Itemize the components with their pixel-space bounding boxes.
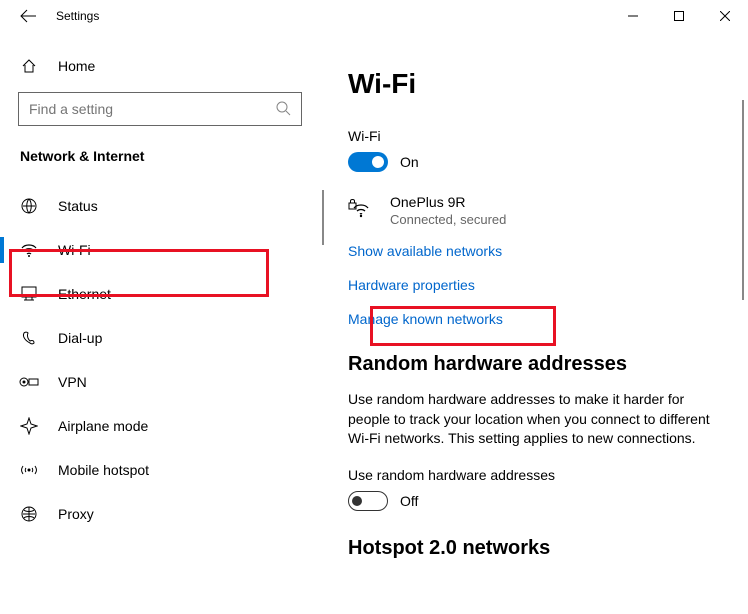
sidebar-item-label: Dial-up: [58, 330, 102, 346]
sidebar: Home Network & Internet Status Wi-Fi: [0, 32, 320, 614]
hotspot-icon: [18, 461, 40, 479]
sidebar-item-label: Wi-Fi: [58, 242, 91, 258]
current-network[interactable]: OnePlus 9R Connected, secured: [348, 194, 720, 227]
sidebar-item-label: Proxy: [58, 506, 94, 522]
home-link[interactable]: Home: [18, 50, 302, 82]
sidebar-scrollbar[interactable]: [322, 190, 324, 245]
manage-known-networks-link[interactable]: Manage known networks: [348, 311, 720, 327]
maximize-button[interactable]: [656, 0, 702, 32]
wifi-icon: [18, 241, 40, 259]
wifi-label: Wi-Fi: [348, 128, 720, 144]
sidebar-item-label: Mobile hotspot: [58, 462, 149, 478]
wifi-toggle-state: On: [400, 154, 419, 170]
search-box[interactable]: [18, 92, 302, 126]
wifi-secured-icon: [348, 196, 374, 223]
home-icon: [18, 58, 40, 74]
back-button[interactable]: [18, 6, 38, 26]
sidebar-item-status[interactable]: Status: [0, 184, 320, 228]
sidebar-item-hotspot[interactable]: Mobile hotspot: [0, 448, 320, 492]
content-pane: Wi-Fi Wi-Fi On OnePlus 9R Connected, sec…: [320, 32, 748, 614]
category-title: Network & Internet: [18, 148, 302, 164]
status-icon: [18, 197, 40, 215]
sidebar-item-vpn[interactable]: VPN: [0, 360, 320, 404]
sidebar-item-label: Airplane mode: [58, 418, 148, 434]
vpn-icon: [18, 375, 40, 389]
random-hw-toggle[interactable]: [348, 491, 388, 511]
close-button[interactable]: [702, 0, 748, 32]
sidebar-item-wifi[interactable]: Wi-Fi: [0, 228, 320, 272]
sidebar-item-dialup[interactable]: Dial-up: [0, 316, 320, 360]
window-title: Settings: [56, 9, 99, 23]
random-hw-desc: Use random hardware addresses to make it…: [348, 390, 720, 449]
sidebar-item-ethernet[interactable]: Ethernet: [0, 272, 320, 316]
sidebar-item-label: Status: [58, 198, 98, 214]
dialup-icon: [18, 329, 40, 347]
proxy-icon: [18, 505, 40, 523]
minimize-button[interactable]: [610, 0, 656, 32]
search-icon: [275, 100, 291, 119]
network-status: Connected, secured: [390, 212, 506, 227]
show-available-networks-link[interactable]: Show available networks: [348, 243, 720, 259]
sidebar-item-label: Ethernet: [58, 286, 111, 302]
network-name: OnePlus 9R: [390, 194, 506, 210]
airplane-icon: [18, 417, 40, 435]
random-hw-toggle-label: Use random hardware addresses: [348, 467, 720, 483]
hardware-properties-link[interactable]: Hardware properties: [348, 277, 720, 293]
sidebar-item-label: VPN: [58, 374, 87, 390]
search-input[interactable]: [29, 101, 275, 117]
page-title: Wi-Fi: [348, 68, 720, 100]
home-label: Home: [58, 58, 95, 74]
content-scrollbar[interactable]: [742, 100, 744, 300]
sidebar-item-airplane[interactable]: Airplane mode: [0, 404, 320, 448]
random-hw-toggle-state: Off: [400, 493, 418, 509]
ethernet-icon: [18, 285, 40, 303]
sidebar-item-proxy[interactable]: Proxy: [0, 492, 320, 536]
random-hw-heading: Random hardware addresses: [348, 353, 720, 376]
hotspot-heading: Hotspot 2.0 networks: [348, 537, 720, 560]
wifi-toggle[interactable]: [348, 152, 388, 172]
